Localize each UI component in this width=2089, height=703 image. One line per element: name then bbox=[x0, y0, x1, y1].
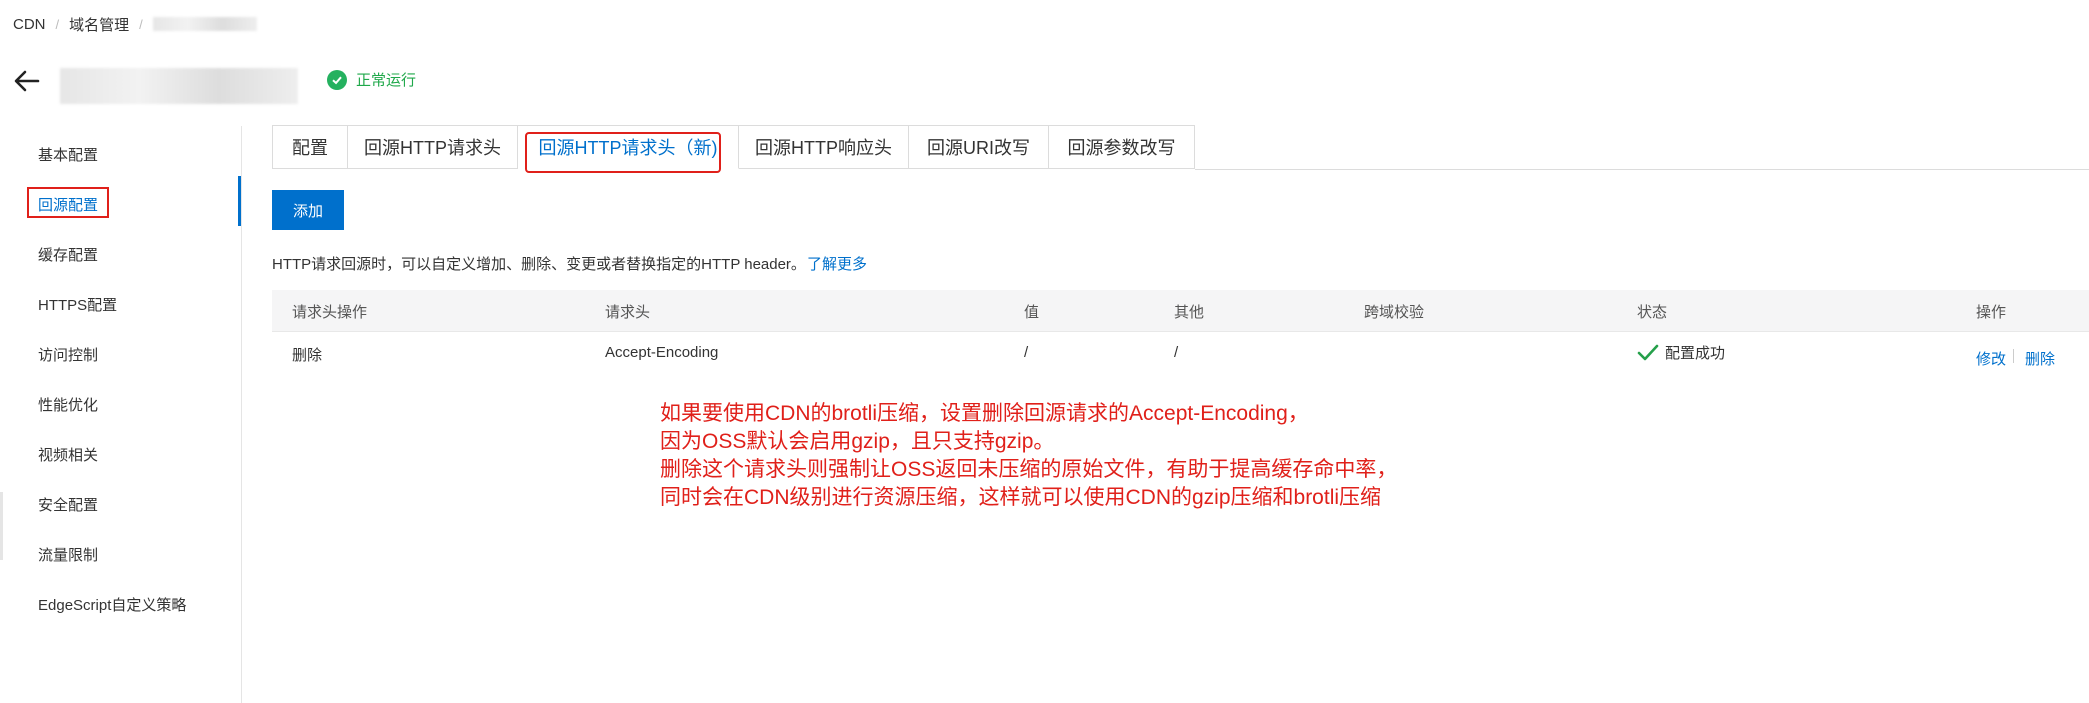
cell-operation: 删除 bbox=[292, 347, 323, 364]
domain-status-text: 正常运行 bbox=[356, 72, 417, 89]
annotation-line: 删除这个请求头则强制让OSS返回未压缩的原始文件，有助于提高缓存命中率， bbox=[660, 458, 1398, 481]
tab-origin-param-rewrite[interactable]: 回源参数改写 bbox=[1049, 125, 1195, 169]
sidebar-item-https-config[interactable]: HTTPS配置 bbox=[38, 294, 117, 315]
description-text: HTTP请求回源时，可以自定义增加、删除、变更或者替换指定的HTTP heade… bbox=[272, 256, 806, 273]
tab-bar: 配置 回源HTTP请求头 回源HTTP请求头（新) 回源HTTP响应头 回源UR… bbox=[272, 125, 1195, 170]
cell-status: 配置成功 bbox=[1637, 342, 1725, 363]
domain-status: 正常运行 bbox=[327, 69, 416, 90]
table-header: 请求头操作 请求头 值 其他 跨域校验 状态 操作 bbox=[272, 290, 2089, 332]
breadcrumb-item-redacted bbox=[152, 17, 257, 31]
table-row: 删除 Accept-Encoding / / 配置成功 修改 删除 bbox=[272, 332, 2089, 376]
tab-highlight-box bbox=[525, 132, 721, 173]
cell-other: / bbox=[1174, 344, 1179, 361]
arrow-left-icon bbox=[14, 70, 40, 92]
tab-config[interactable]: 配置 bbox=[272, 125, 348, 169]
sidebar-item-performance[interactable]: 性能优化 bbox=[38, 394, 98, 415]
annotation-note: 如果要使用CDN的brotli压缩，设置删除回源请求的Accept-Encodi… bbox=[660, 400, 1397, 512]
breadcrumb-item-cdn[interactable]: CDN bbox=[13, 16, 46, 33]
sidebar-item-basic-config[interactable]: 基本配置 bbox=[38, 144, 98, 165]
breadcrumb: CDN / 域名管理 / bbox=[13, 13, 257, 35]
tab-bar-divider bbox=[1195, 169, 2089, 170]
check-icon bbox=[1637, 344, 1659, 360]
back-button[interactable] bbox=[12, 66, 42, 96]
column-header-actions: 操作 bbox=[1976, 304, 2007, 321]
column-header-request-header: 请求头 bbox=[605, 304, 651, 321]
sidebar-item-access-control[interactable]: 访问控制 bbox=[38, 344, 98, 365]
sidebar-left-divider bbox=[0, 492, 3, 560]
column-header-status: 状态 bbox=[1637, 304, 1668, 321]
tab-origin-request-header[interactable]: 回源HTTP请求头 bbox=[348, 125, 518, 169]
annotation-line: 同时会在CDN级别进行资源压缩，这样就可以使用CDN的gzip压缩和brotli… bbox=[660, 486, 1382, 509]
column-header-other: 其他 bbox=[1174, 304, 1205, 321]
cell-value: / bbox=[1024, 344, 1029, 361]
column-header-value: 值 bbox=[1024, 304, 1040, 321]
breadcrumb-separator: / bbox=[55, 16, 60, 32]
edit-link[interactable]: 修改 bbox=[1976, 348, 2006, 369]
action-separator bbox=[2013, 349, 2014, 363]
sidebar-highlight-box bbox=[27, 187, 109, 218]
tab-origin-response-header[interactable]: 回源HTTP响应头 bbox=[739, 125, 909, 169]
annotation-line: 如果要使用CDN的brotli压缩，设置删除回源请求的Accept-Encodi… bbox=[660, 402, 1309, 425]
column-header-operation: 请求头操作 bbox=[292, 304, 368, 321]
sidebar-item-security[interactable]: 安全配置 bbox=[38, 494, 98, 515]
status-text: 配置成功 bbox=[1665, 345, 1726, 362]
annotation-line: 因为OSS默认会启用gzip，且只支持gzip。 bbox=[660, 430, 1055, 453]
column-header-cors: 跨域校验 bbox=[1364, 304, 1425, 321]
cell-request-header: Accept-Encoding bbox=[605, 344, 719, 361]
breadcrumb-item-domain-management[interactable]: 域名管理 bbox=[69, 14, 129, 35]
sidebar-item-traffic-limit[interactable]: 流量限制 bbox=[38, 544, 98, 565]
breadcrumb-separator: / bbox=[139, 16, 143, 32]
check-circle-icon bbox=[327, 69, 347, 90]
sidebar-item-cache-config[interactable]: 缓存配置 bbox=[38, 244, 98, 265]
sidebar-item-edgescript[interactable]: EdgeScript自定义策略 bbox=[38, 594, 186, 615]
delete-link[interactable]: 删除 bbox=[2025, 348, 2055, 369]
sidebar-active-indicator bbox=[238, 176, 241, 226]
add-button[interactable]: 添加 bbox=[272, 190, 344, 230]
learn-more-link[interactable]: 了解更多 bbox=[807, 253, 867, 274]
tab-origin-uri-rewrite[interactable]: 回源URI改写 bbox=[909, 125, 1049, 169]
domain-title-redacted bbox=[60, 68, 298, 104]
sidebar-item-video[interactable]: 视频相关 bbox=[38, 444, 98, 465]
